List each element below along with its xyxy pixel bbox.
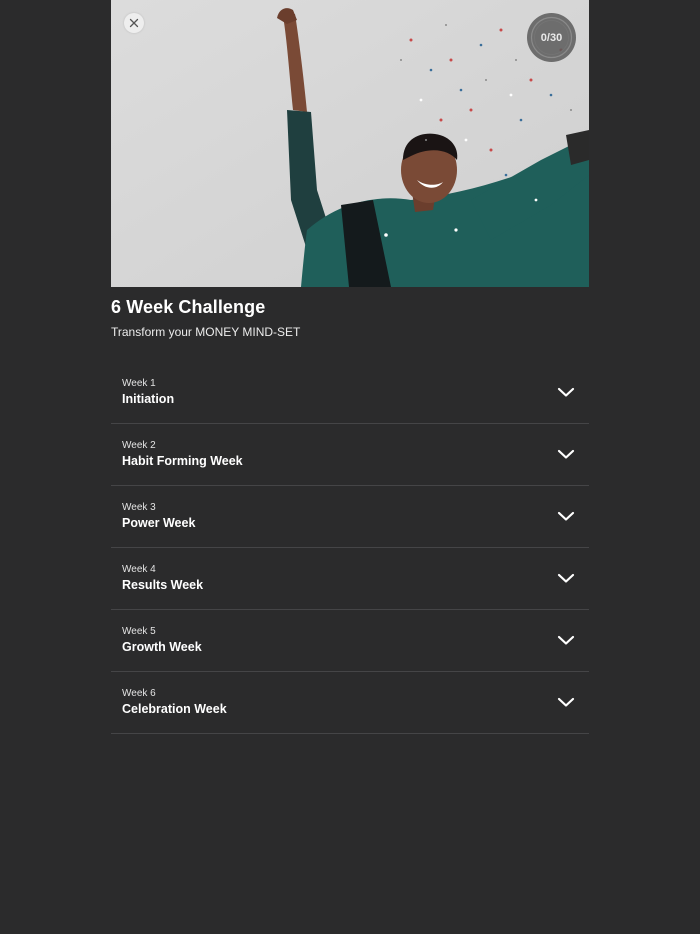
week-item-5[interactable]: Week 5 Growth Week (111, 610, 589, 672)
progress-indicator: 0/30 (527, 13, 576, 62)
chevron-down-icon[interactable] (557, 696, 575, 708)
close-button[interactable] (124, 13, 144, 33)
week-name: Celebration Week (122, 702, 227, 716)
week-name: Initiation (122, 392, 175, 406)
challenge-page: 0/30 6 Week Challenge Transform your MON… (0, 0, 700, 934)
week-name: Growth Week (122, 640, 202, 654)
week-number-label: Week 3 (122, 502, 156, 513)
week-number-label: Week 6 (122, 688, 156, 699)
chevron-down-icon[interactable] (557, 448, 575, 460)
hero-image: 0/30 (111, 0, 589, 287)
week-number-label: Week 1 (122, 378, 156, 389)
celebration-photo (111, 0, 589, 287)
progress-count: 0/30 (540, 31, 563, 44)
chevron-down-icon[interactable] (557, 386, 575, 398)
page-subtitle: Transform your MONEY MIND-SET (111, 325, 301, 339)
week-number-label: Week 5 (122, 626, 156, 637)
week-name: Results Week (122, 578, 204, 592)
chevron-down-icon[interactable] (557, 572, 575, 584)
week-item-6[interactable]: Week 6 Celebration Week (111, 672, 589, 734)
chevron-down-icon[interactable] (557, 634, 575, 646)
week-number-label: Week 4 (122, 564, 156, 575)
week-item-2[interactable]: Week 2 Habit Forming Week (111, 424, 589, 486)
week-item-3[interactable]: Week 3 Power Week (111, 486, 589, 548)
week-item-4[interactable]: Week 4 Results Week (111, 548, 589, 610)
week-item-1[interactable]: Week 1 Initiation (111, 362, 589, 424)
week-number-label: Week 2 (122, 440, 156, 451)
week-name: Habit Forming Week (122, 454, 243, 468)
weeks-list: Week 1 Initiation Week 2 Habit Forming W… (111, 362, 589, 734)
chevron-down-icon[interactable] (557, 510, 575, 522)
week-name: Power Week (122, 516, 196, 530)
page-title: 6 Week Challenge (111, 297, 266, 317)
close-icon (129, 18, 139, 28)
